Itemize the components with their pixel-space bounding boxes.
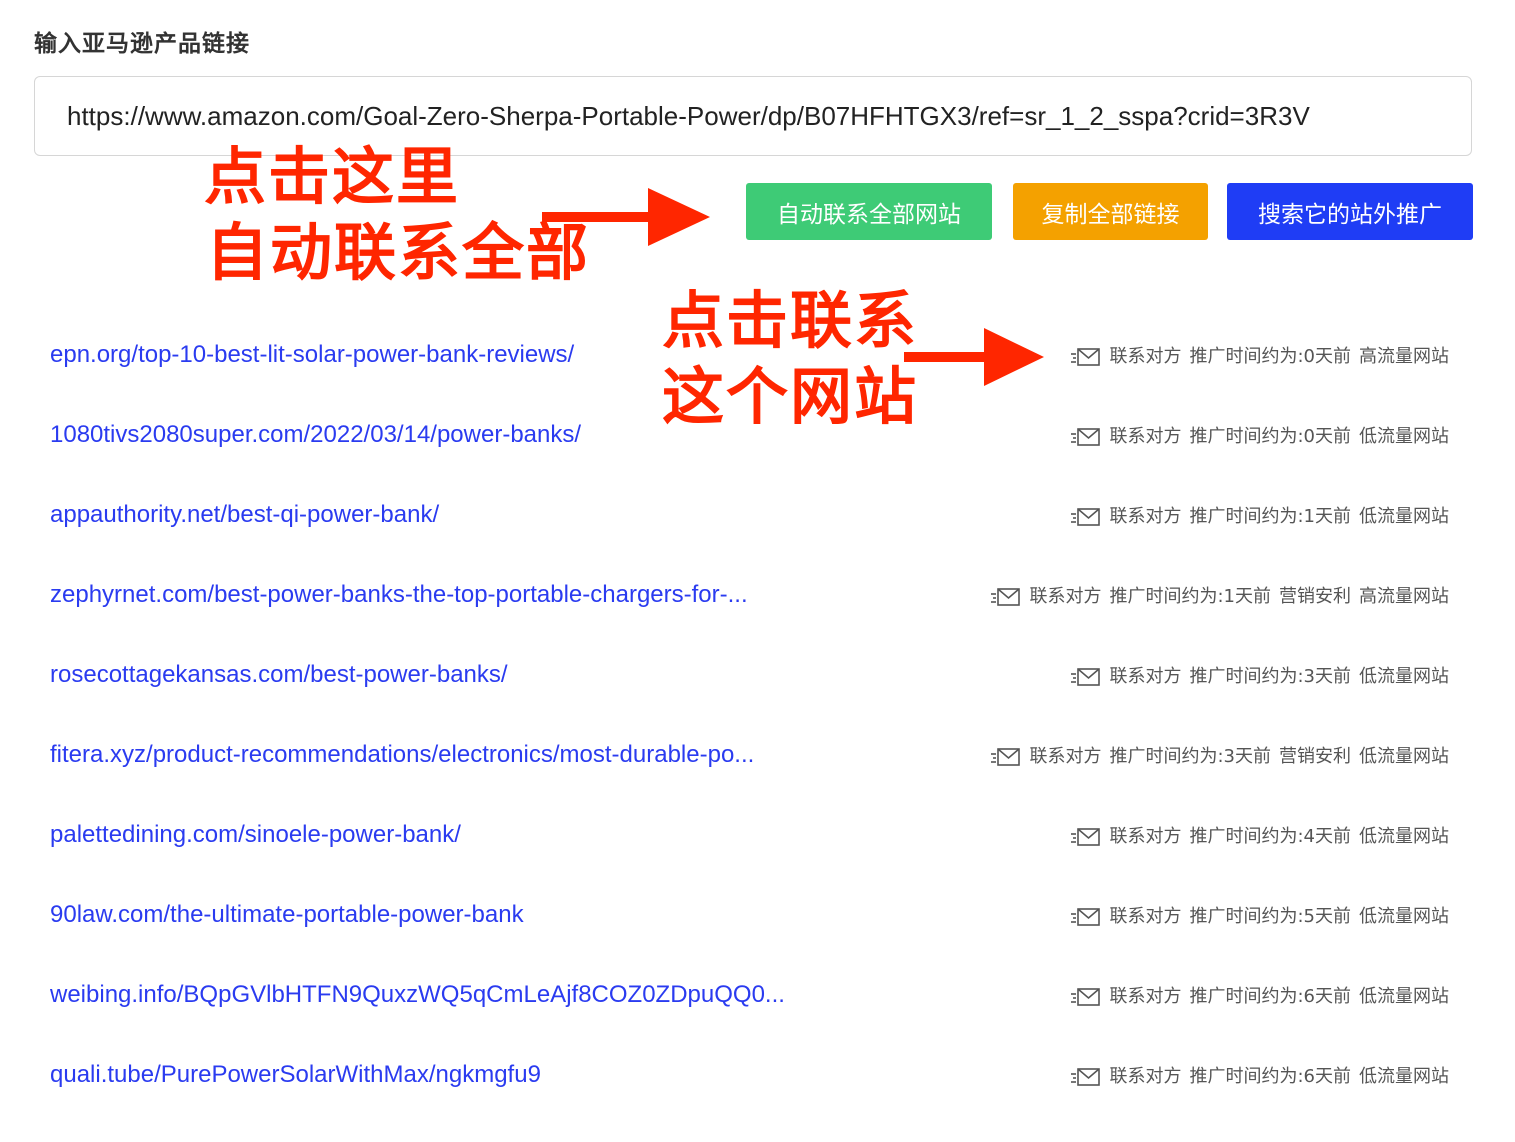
result-row: rosecottagekansas.com/best-power-banks/联… [0, 658, 1515, 698]
marketing-tag: 营销安利 [1279, 586, 1351, 607]
result-link[interactable]: 1080tivs2080super.com/2022/03/14/power-b… [50, 418, 581, 452]
mail-send-icon[interactable] [1071, 427, 1101, 447]
result-row: 90law.com/the-ultimate-portable-power-ba… [0, 898, 1515, 938]
promotion-time: 推广时间约为:1天前 [1189, 506, 1351, 527]
result-meta: 联系对方 推广时间约为:6天前 低流量网站 [1071, 1062, 1449, 1092]
contact-button[interactable]: 联系对方 [1029, 742, 1101, 772]
result-meta: 联系对方 推广时间约为:6天前 低流量网站 [1071, 982, 1449, 1012]
result-link[interactable]: 90law.com/the-ultimate-portable-power-ba… [50, 898, 524, 932]
result-link[interactable]: weibing.info/BQpGVlbHTFN9QuxzWQ5qCmLeAjf… [50, 978, 785, 1012]
contact-button[interactable]: 联系对方 [1029, 582, 1101, 612]
result-link[interactable]: appauthority.net/best-qi-power-bank/ [50, 498, 439, 532]
contact-button[interactable]: 联系对方 [1109, 422, 1181, 452]
traffic-level: 低流量网站 [1359, 906, 1449, 927]
mail-send-icon[interactable] [1071, 667, 1101, 687]
result-meta: 联系对方 推广时间约为:1天前 低流量网站 [1071, 502, 1449, 532]
promotion-time: 推广时间约为:6天前 [1189, 986, 1351, 1007]
result-link[interactable]: fitera.xyz/product-recommendations/elect… [50, 738, 754, 772]
result-meta: 联系对方 推广时间约为:0天前 高流量网站 [1071, 342, 1449, 372]
traffic-level: 高流量网站 [1359, 346, 1449, 367]
result-row: epn.org/top-10-best-lit-solar-power-bank… [0, 338, 1515, 378]
traffic-level: 低流量网站 [1359, 826, 1449, 847]
mail-send-icon[interactable] [1071, 1067, 1101, 1087]
mail-send-icon[interactable] [1071, 907, 1101, 927]
contact-button[interactable]: 联系对方 [1109, 342, 1181, 372]
mail-send-icon[interactable] [991, 747, 1021, 767]
marketing-tag: 营销安利 [1279, 746, 1351, 767]
result-row: fitera.xyz/product-recommendations/elect… [0, 738, 1515, 778]
promotion-time: 推广时间约为:1天前 [1109, 586, 1271, 607]
traffic-level: 低流量网站 [1359, 1066, 1449, 1087]
traffic-level: 低流量网站 [1359, 506, 1449, 527]
traffic-level: 低流量网站 [1359, 746, 1449, 767]
result-meta: 联系对方 推广时间约为:1天前 营销安利 高流量网站 [991, 582, 1449, 612]
traffic-level: 低流量网站 [1359, 666, 1449, 687]
result-meta: 联系对方 推广时间约为:3天前 低流量网站 [1071, 662, 1449, 692]
contact-button[interactable]: 联系对方 [1109, 502, 1181, 532]
result-row: 1080tivs2080super.com/2022/03/14/power-b… [0, 418, 1515, 458]
result-meta: 联系对方 推广时间约为:5天前 低流量网站 [1071, 902, 1449, 932]
url-input-label: 输入亚马逊产品链接 [34, 31, 250, 57]
result-row: zephyrnet.com/best-power-banks-the-top-p… [0, 578, 1515, 618]
mail-send-icon[interactable] [1071, 347, 1101, 367]
result-meta: 联系对方 推广时间约为:4天前 低流量网站 [1071, 822, 1449, 852]
result-link[interactable]: quali.tube/PurePowerSolarWithMax/ngkmgfu… [50, 1058, 541, 1092]
auto-contact-all-button[interactable]: 自动联系全部网站 [746, 183, 992, 240]
copy-all-links-button[interactable]: 复制全部链接 [1013, 183, 1208, 240]
result-link[interactable]: rosecottagekansas.com/best-power-banks/ [50, 658, 508, 692]
traffic-level: 低流量网站 [1359, 426, 1449, 447]
contact-button[interactable]: 联系对方 [1109, 822, 1181, 852]
result-row: palettedining.com/sinoele-power-bank/联系对… [0, 818, 1515, 858]
contact-button[interactable]: 联系对方 [1109, 902, 1181, 932]
annotation-click-here: 点击这里 [204, 140, 461, 213]
traffic-level: 高流量网站 [1359, 586, 1449, 607]
result-row: weibing.info/BQpGVlbHTFN9QuxzWQ5qCmLeAjf… [0, 978, 1515, 1018]
result-link[interactable]: epn.org/top-10-best-lit-solar-power-bank… [50, 338, 574, 372]
result-row: appauthority.net/best-qi-power-bank/联系对方… [0, 498, 1515, 538]
result-link[interactable]: palettedining.com/sinoele-power-bank/ [50, 818, 461, 852]
promotion-time: 推广时间约为:4天前 [1189, 826, 1351, 847]
result-meta: 联系对方 推广时间约为:0天前 低流量网站 [1071, 422, 1449, 452]
contact-button[interactable]: 联系对方 [1109, 1062, 1181, 1092]
result-link[interactable]: zephyrnet.com/best-power-banks-the-top-p… [50, 578, 748, 612]
promotion-time: 推广时间约为:5天前 [1189, 906, 1351, 927]
mail-send-icon[interactable] [1071, 827, 1101, 847]
promotion-time: 推广时间约为:0天前 [1189, 346, 1351, 367]
annotation-arrow-right-icon [542, 188, 710, 246]
search-offsite-promotion-button[interactable]: 搜索它的站外推广 [1227, 183, 1473, 240]
mail-send-icon[interactable] [1071, 507, 1101, 527]
result-row: quali.tube/PurePowerSolarWithMax/ngkmgfu… [0, 1058, 1515, 1098]
result-meta: 联系对方 推广时间约为:3天前 营销安利 低流量网站 [991, 742, 1449, 772]
traffic-level: 低流量网站 [1359, 986, 1449, 1007]
promotion-time: 推广时间约为:3天前 [1189, 666, 1351, 687]
contact-button[interactable]: 联系对方 [1109, 662, 1181, 692]
promotion-time: 推广时间约为:6天前 [1189, 1066, 1351, 1087]
mail-send-icon[interactable] [1071, 987, 1101, 1007]
annotation-auto-contact-all: 自动联系全部 [206, 216, 591, 289]
contact-button[interactable]: 联系对方 [1109, 982, 1181, 1012]
promotion-time: 推广时间约为:0天前 [1189, 426, 1351, 447]
page: 输入亚马逊产品链接 自动联系全部网站 复制全部链接 搜索它的站外推广 点击这里 … [0, 0, 1515, 1142]
mail-send-icon[interactable] [991, 587, 1021, 607]
promotion-time: 推广时间约为:3天前 [1109, 746, 1271, 767]
